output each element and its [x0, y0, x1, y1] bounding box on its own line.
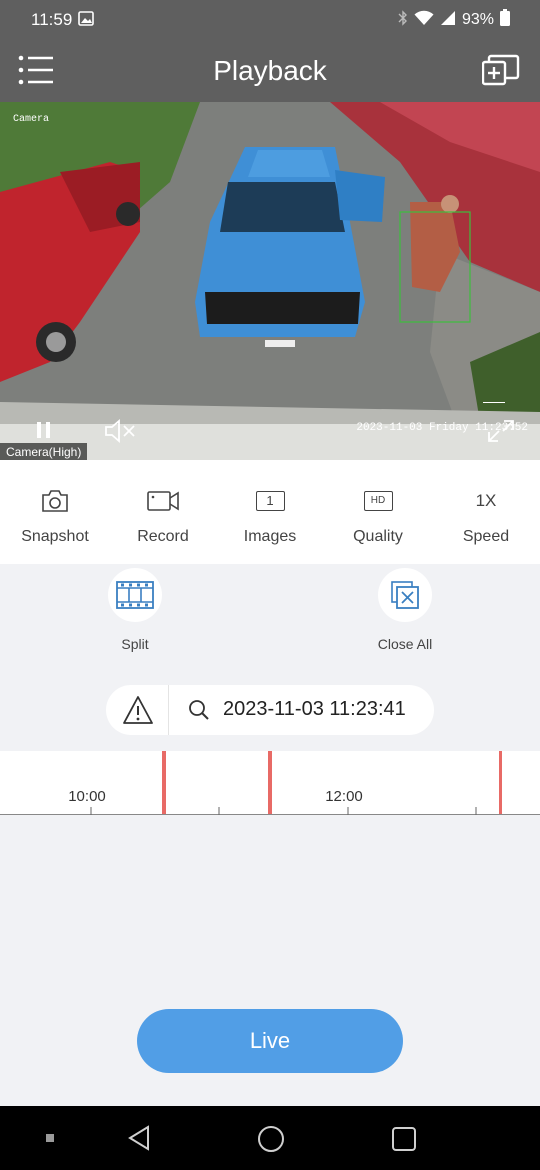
- timeline-label: 12:00: [325, 788, 363, 805]
- video-player[interactable]: Camera 2023-11-03 Friday 11:23:52 Camera…: [0, 102, 540, 460]
- add-screen-button[interactable]: [481, 54, 520, 86]
- warning-icon: [123, 696, 153, 724]
- battery-icon: [500, 9, 510, 31]
- overview-icon[interactable]: [391, 1126, 417, 1152]
- hd-icon: HD: [324, 488, 432, 514]
- split-label: Split: [121, 636, 149, 652]
- signal-icon: [440, 10, 456, 31]
- playback-toolbar: Snapshot Record 1 Images HD Quality 1X S…: [0, 460, 540, 564]
- back-icon[interactable]: [126, 1125, 152, 1151]
- timeline[interactable]: 10:00 12:00: [0, 751, 540, 815]
- film-strip-icon: [116, 581, 154, 609]
- images-button[interactable]: 1 Images: [216, 460, 324, 564]
- images-label: Images: [243, 528, 297, 545]
- alert-filter-button[interactable]: [122, 695, 154, 725]
- recents-dot-icon[interactable]: [46, 1134, 54, 1142]
- gallery-notification-icon: [78, 11, 94, 31]
- record-label: Record: [137, 528, 189, 545]
- date-search-bar: 2023-11-03 11:23:41: [106, 685, 434, 735]
- close-all-label: Close All: [377, 636, 433, 652]
- event-marker[interactable]: [268, 751, 272, 815]
- images-icon: 1: [216, 488, 324, 514]
- wifi-icon: [414, 10, 434, 31]
- hd-icon-text: HD: [363, 491, 393, 511]
- status-bar: 11:59 93%: [0, 0, 540, 38]
- speed-value: 1X: [475, 491, 497, 510]
- speaker-muted-icon: [105, 419, 135, 443]
- split-button[interactable]: [108, 568, 162, 622]
- mute-button[interactable]: [104, 418, 136, 444]
- speed-label: Speed: [462, 528, 510, 545]
- camera-icon: [1, 488, 109, 514]
- speed-button[interactable]: 1X Speed: [432, 460, 540, 564]
- quality-button[interactable]: HD Quality: [324, 460, 432, 564]
- camera-feed-image: [0, 102, 540, 460]
- timeline-label: 10:00: [68, 788, 106, 805]
- status-icons: 93%: [398, 9, 510, 31]
- live-button[interactable]: Live: [137, 1009, 403, 1073]
- battery-percent: 93%: [461, 11, 494, 28]
- fullscreen-button[interactable]: [486, 418, 516, 444]
- search-divider: [168, 685, 169, 735]
- pause-icon: [37, 422, 50, 438]
- camera-quality-label: Camera(High): [0, 443, 88, 460]
- quality-label: Quality: [353, 528, 403, 545]
- event-marker[interactable]: [499, 751, 502, 815]
- snapshot-button[interactable]: Snapshot: [1, 460, 109, 564]
- video-record-icon: [109, 488, 217, 514]
- camera-name-overlay: Camera: [13, 114, 50, 125]
- app-bar: Playback: [0, 38, 540, 102]
- event-marker[interactable]: [162, 751, 166, 815]
- expand-icon: [488, 420, 514, 442]
- speed-icon: 1X: [432, 488, 540, 514]
- add-screen-icon: [481, 54, 520, 86]
- status-time: 11:59: [31, 10, 73, 29]
- record-button[interactable]: Record: [109, 460, 217, 564]
- search-datetime[interactable]: 2023-11-03 11:23:41: [223, 698, 406, 721]
- snapshot-label: Snapshot: [21, 528, 89, 545]
- system-nav-bar: [0, 1106, 540, 1170]
- bluetooth-icon: [398, 9, 408, 31]
- images-icon-text: 1: [255, 491, 285, 511]
- pause-button[interactable]: [34, 420, 54, 440]
- close-windows-icon: [391, 581, 419, 609]
- timeline-track[interactable]: 10:00 12:00: [0, 751, 540, 815]
- search-icon[interactable]: [188, 699, 210, 721]
- page-title: Playback: [213, 55, 327, 86]
- close-all-button[interactable]: [378, 568, 432, 622]
- home-icon[interactable]: [257, 1125, 285, 1153]
